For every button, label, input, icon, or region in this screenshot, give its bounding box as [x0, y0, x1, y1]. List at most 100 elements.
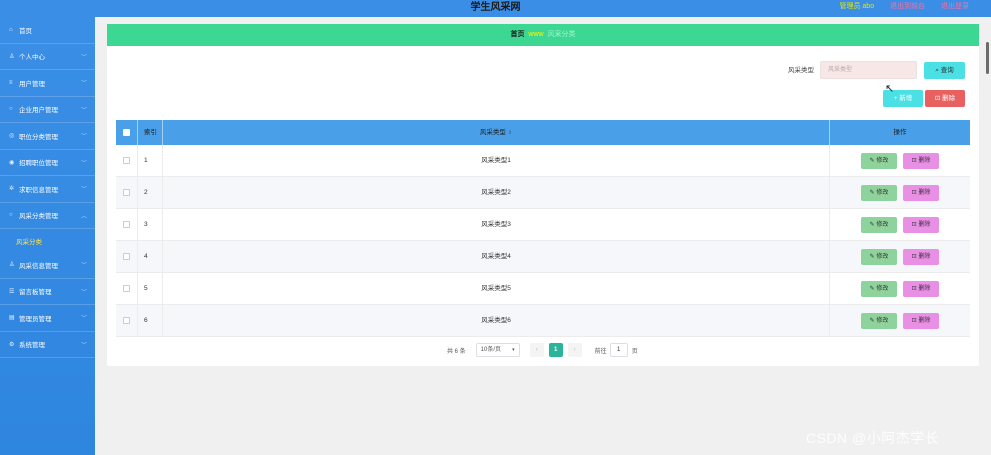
- sidebar-subitem-style-category[interactable]: 风采分类: [0, 229, 95, 252]
- row-actions: ✎ 修改 ⊡ 删除: [830, 177, 970, 208]
- chevron-down-icon: ﹀: [80, 263, 87, 269]
- chevron-down-icon: ﹀: [80, 342, 87, 349]
- plus-icon: +: [893, 95, 898, 102]
- row-checkbox[interactable]: [123, 252, 130, 260]
- delete-button[interactable]: ⊡ 删除: [903, 184, 939, 201]
- row-actions: ✎ 修改 ⊡ 删除: [830, 305, 970, 336]
- tag-icon: ○: [9, 212, 13, 219]
- sidebar-item-style-category[interactable]: ○ 风采分类管理 ︿: [0, 203, 95, 229]
- breadcrumb-home[interactable]: 首页: [510, 31, 524, 38]
- row-checkbox[interactable]: [123, 188, 130, 196]
- row-select-cell: [116, 145, 138, 176]
- trash-icon: ⊡: [934, 95, 941, 102]
- data-table: 索引 风采类型 ⇕ 操作 1 风采类型1 ✎ 修改 ⊡ 删除 2 风采类型2 ✎ …: [116, 120, 970, 337]
- table-header: 索引 风采类型 ⇕ 操作: [116, 120, 970, 145]
- sidebar: ⌂ 首页 ♙ 个人中心 ﹀ ≡ 用户管理 ﹀ ○ 企业用户管理 ﹀ ◎ 职位分类…: [0, 17, 95, 455]
- sidebar-item-job-posts[interactable]: ◉ 招聘职位管理 ﹀: [0, 150, 95, 176]
- add-button-label: 新增: [899, 95, 913, 102]
- search-input[interactable]: 风采类型: [820, 61, 917, 79]
- row-actions: ✎ 修改 ⊡ 删除: [830, 145, 970, 176]
- edit-button-label: 修改: [876, 285, 889, 292]
- delete-button[interactable]: ⊡ 删除: [903, 216, 939, 233]
- delete-button-label: 删除: [918, 317, 931, 324]
- page-size-select[interactable]: 10条/页 ▾: [475, 343, 520, 357]
- edit-button[interactable]: ✎ 修改: [861, 312, 897, 329]
- bulk-delete-button[interactable]: ⊡ 删除: [925, 90, 965, 107]
- delete-button[interactable]: ⊡ 删除: [903, 280, 939, 297]
- sidebar-item-job-seekers[interactable]: ✲ 求职信息管理 ﹀: [0, 176, 95, 203]
- chevron-down-icon: ﹀: [80, 81, 87, 87]
- sidebar-item-personal-center[interactable]: ♙ 个人中心 ﹀: [0, 44, 95, 70]
- category-icon: ◎: [9, 133, 15, 140]
- delete-button[interactable]: ⊡ 删除: [903, 248, 939, 265]
- page-suffix: 页: [631, 348, 638, 355]
- delete-button-label: 删除: [918, 189, 931, 196]
- edit-button[interactable]: ✎ 修改: [861, 216, 897, 233]
- main-content: 首页 www 风采分类 风采类型 风采类型 ⌕ 查询 + 新增 ⊡ 删除 索引 …: [107, 24, 979, 366]
- goto-page-input[interactable]: 1: [609, 343, 628, 357]
- row-checkbox[interactable]: [123, 156, 130, 164]
- chevron-down-icon: ﹀: [80, 289, 87, 296]
- sort-icon[interactable]: ⇕: [508, 130, 512, 136]
- chevron-down-icon: ﹀: [80, 54, 87, 61]
- logout-link[interactable]: 退出登录: [941, 3, 969, 10]
- row-style-type: 风采类型5: [163, 273, 830, 304]
- sidebar-item-admin-management[interactable]: ▤ 管理员管理 ﹀: [0, 305, 95, 332]
- chevron-down-icon: ﹀: [80, 160, 87, 167]
- edit-button[interactable]: ✎ 修改: [861, 152, 897, 169]
- edit-button[interactable]: ✎ 修改: [861, 248, 897, 265]
- mouse-cursor-icon: ↖: [885, 83, 895, 95]
- sidebar-item-home[interactable]: ⌂ 首页: [0, 17, 95, 44]
- sidebar-item-label: 企业用户管理: [19, 107, 58, 115]
- sidebar-item-job-category[interactable]: ◎ 职位分类管理 ﹀: [0, 123, 95, 150]
- row-select-cell: [116, 273, 138, 304]
- sidebar-item-label: 首页: [19, 27, 32, 35]
- edit-button-label: 修改: [876, 157, 889, 164]
- breadcrumb: 首页 www 风采分类: [107, 24, 979, 46]
- delete-button-label: 删除: [942, 95, 956, 102]
- chevron-down-icon: ﹀: [80, 134, 87, 140]
- row-checkbox[interactable]: [123, 284, 130, 292]
- row-checkbox[interactable]: [123, 220, 130, 228]
- chevron-down-icon: ﹀: [80, 107, 87, 114]
- users-icon: ≡: [9, 79, 13, 86]
- trash-icon: ⊡: [911, 157, 917, 164]
- page-number-1[interactable]: 1: [548, 343, 563, 357]
- column-style-type[interactable]: 风采类型 ⇕: [163, 120, 830, 145]
- delete-button[interactable]: ⊡ 删除: [903, 152, 939, 169]
- sidebar-item-label: 用户管理: [19, 80, 45, 88]
- goto-label: 前往: [594, 348, 607, 355]
- edit-button[interactable]: ✎ 修改: [861, 280, 897, 297]
- admin-icon: ▤: [9, 315, 15, 322]
- sidebar-item-label: 职位分类管理: [19, 133, 58, 141]
- prev-page-button[interactable]: ‹: [529, 343, 544, 357]
- delete-button-label: 删除: [918, 253, 931, 260]
- page-scrollbar[interactable]: [986, 42, 989, 74]
- trash-icon: ⊡: [911, 317, 917, 324]
- delete-button-label: 删除: [918, 285, 931, 292]
- sidebar-item-system[interactable]: ⚙ 系统管理 ﹀: [0, 332, 95, 358]
- row-index: 5: [138, 273, 163, 304]
- edit-button-label: 修改: [876, 221, 889, 228]
- sidebar-item-label: 系统管理: [19, 342, 45, 350]
- sidebar-item-user-management[interactable]: ≡ 用户管理 ﹀: [0, 70, 95, 97]
- next-page-button[interactable]: ›: [567, 343, 582, 357]
- sidebar-item-company-users[interactable]: ○ 企业用户管理 ﹀: [0, 97, 95, 123]
- back-to-front-link[interactable]: 退出到前台: [890, 3, 925, 10]
- row-index: 6: [138, 305, 163, 336]
- delete-button[interactable]: ⊡ 删除: [903, 312, 939, 329]
- sidebar-item-message-board[interactable]: ☰ 留言板管理 ﹀: [0, 279, 95, 305]
- row-actions: ✎ 修改 ⊡ 删除: [830, 209, 970, 240]
- search-button[interactable]: ⌕ 查询: [924, 62, 965, 79]
- row-style-type: 风采类型2: [163, 177, 830, 208]
- row-checkbox[interactable]: [123, 316, 130, 324]
- trash-icon: ⊡: [911, 221, 917, 228]
- select-all-checkbox[interactable]: [123, 128, 130, 136]
- edit-button[interactable]: ✎ 修改: [861, 184, 897, 201]
- sidebar-item-style-info[interactable]: ♙ 风采信息管理 ﹀: [0, 252, 95, 279]
- row-actions: ✎ 修改 ⊡ 删除: [830, 273, 970, 304]
- column-index: 索引: [138, 120, 163, 145]
- sidebar-item-label: 个人中心: [19, 54, 45, 62]
- user-icon: ♙: [9, 53, 15, 60]
- search-placeholder: 风采类型: [828, 67, 853, 73]
